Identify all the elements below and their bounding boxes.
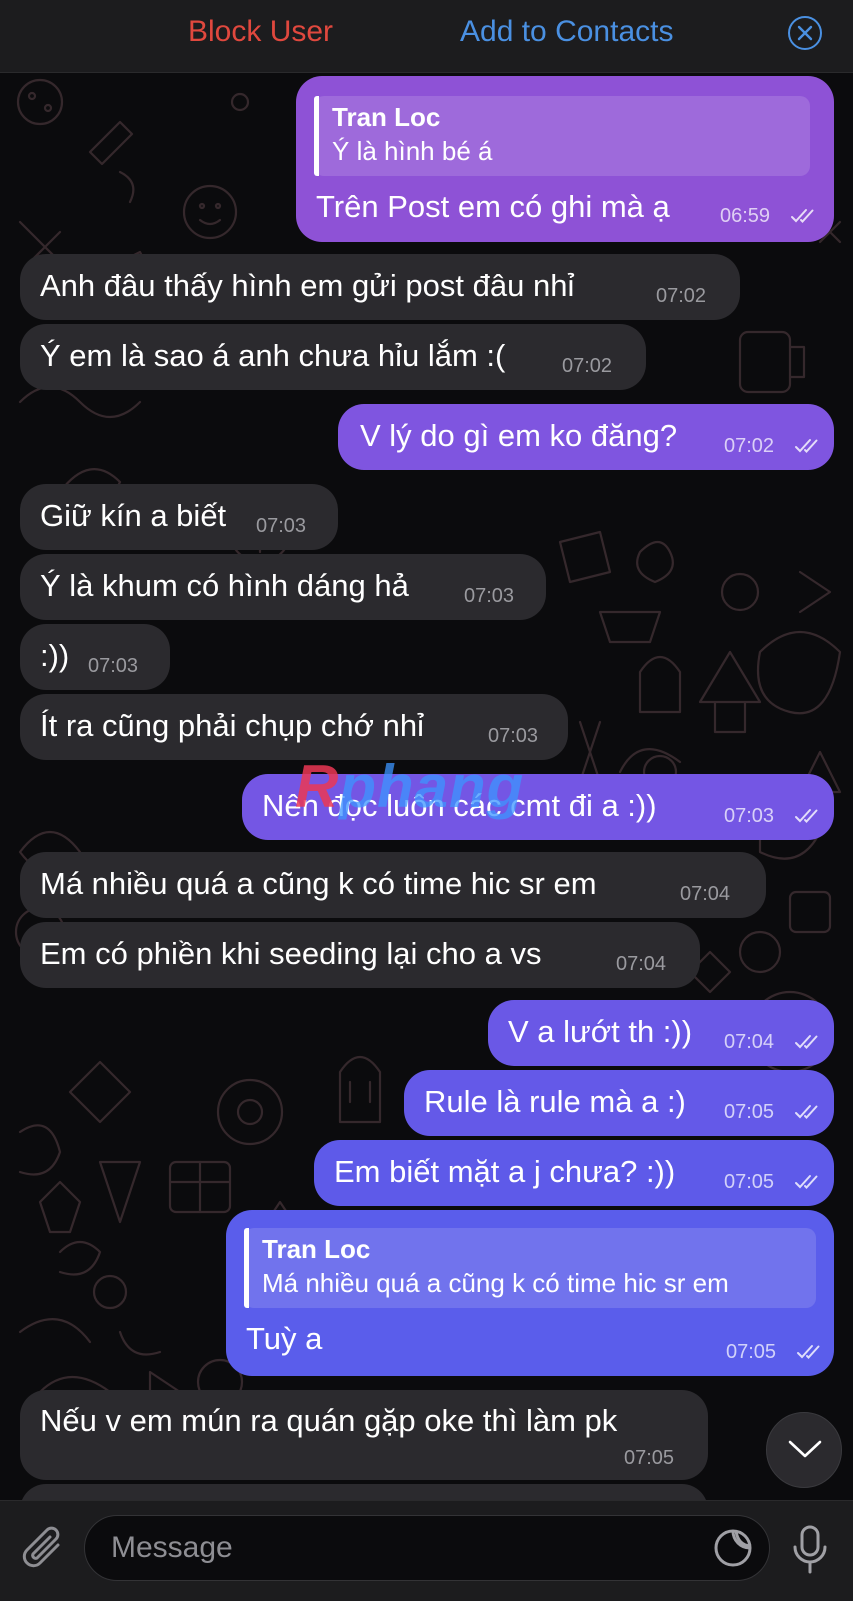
message-time: 07:05	[624, 1447, 675, 1469]
message-text: Má nhiều quá a cũng k có time hic sr em	[40, 866, 597, 901]
message-bubble-incoming[interactable]: Ý là khum có hình dáng hả 07:03	[20, 554, 546, 620]
message-time: 07:04	[616, 953, 667, 975]
message-time: 07:05	[726, 1341, 777, 1363]
message-time: 06:59	[720, 205, 771, 227]
close-icon[interactable]	[788, 16, 822, 50]
message-time: 07:04	[680, 883, 731, 905]
read-checkmarks-icon	[795, 1105, 818, 1119]
read-checkmarks-icon	[795, 809, 818, 823]
message-bubble-outgoing[interactable]: Tran Loc Má nhiều quá a cũng k có time h…	[226, 1210, 834, 1376]
message-time: 07:02	[656, 285, 707, 307]
message-text: Ý là khum có hình dáng hả	[40, 568, 409, 603]
message-time: 07:05	[724, 1171, 775, 1193]
reply-author: Tran Loc	[262, 1234, 371, 1264]
reply-text: Má nhiều quá a cũng k có time hic sr em	[262, 1268, 729, 1298]
message-bubble-outgoing[interactable]: V a lướt th :)) 07:04	[488, 1000, 834, 1066]
sticker-icon[interactable]	[712, 1527, 754, 1569]
scroll-to-bottom-button[interactable]	[766, 1412, 842, 1488]
message-bubble-incoming[interactable]: Giữ kín a biết 07:03	[20, 484, 338, 550]
message-bubble-incoming[interactable]: Em có phiền khi seeding lại cho a vs 07:…	[20, 922, 700, 988]
add-to-contacts-button[interactable]: Add to Contacts	[460, 14, 673, 50]
message-bubble-outgoing[interactable]: Em biết mặt a j chưa? :)) 07:05	[314, 1140, 834, 1206]
reply-quote[interactable]: Tran Loc Má nhiều quá a cũng k có time h…	[244, 1228, 816, 1308]
reply-author: Tran Loc	[332, 102, 441, 132]
message-text: :))	[40, 638, 70, 673]
message-time: 07:03	[724, 805, 775, 827]
block-user-button[interactable]: Block User	[188, 14, 333, 50]
watermark-logo: Rphang	[295, 753, 525, 820]
read-checkmarks-icon	[795, 1175, 818, 1189]
chevron-down-icon	[788, 1440, 822, 1458]
read-checkmarks-icon	[791, 209, 814, 223]
chat-action-bar: Block User Add to Contacts	[0, 0, 853, 73]
message-composer: Message	[0, 1500, 853, 1601]
message-text: Em có phiền khi seeding lại cho a vs	[40, 936, 542, 971]
message-text: Rule là rule mà a :)	[424, 1084, 686, 1119]
message-bubble-incoming[interactable]: Nếu v em mún ra quán gặp oke thì làm pk …	[20, 1390, 708, 1480]
message-time: 07:03	[88, 655, 139, 677]
message-text: Ý em là sao á anh chưa hỉu lắm :(	[40, 338, 506, 373]
message-bubble-outgoing[interactable]: Rule là rule mà a :) 07:05	[404, 1070, 834, 1136]
paperclip-icon[interactable]	[20, 1523, 68, 1575]
message-text: Tuỳ a	[246, 1321, 323, 1356]
message-bubble-incoming[interactable]: :)) 07:03	[20, 624, 170, 690]
message-input[interactable]: Message	[84, 1515, 770, 1581]
message-text: V a lướt th :))	[508, 1014, 693, 1049]
message-text: Em biết mặt a j chưa? :))	[334, 1154, 676, 1189]
message-placeholder: Message	[111, 1531, 233, 1564]
message-time: 07:04	[724, 1031, 775, 1053]
message-text: Ít ra cũng phải chụp chớ nhỉ	[40, 708, 424, 743]
message-time: 07:05	[724, 1101, 775, 1123]
read-checkmarks-icon	[797, 1345, 820, 1359]
message-bubble-incoming[interactable]: Anh đâu thấy hình em gửi post đâu nhỉ 07…	[20, 254, 740, 320]
message-text: Trên Post em có ghi mà ạ	[316, 189, 670, 224]
message-time: 07:02	[724, 435, 775, 457]
message-time: 07:03	[464, 585, 515, 607]
message-bubble-incoming[interactable]: Ý em là sao á anh chưa hỉu lắm :( 07:02	[20, 324, 646, 390]
message-time: 07:03	[488, 725, 539, 747]
message-text: Nếu v em mún ra quán gặp oke thì làm pk	[40, 1403, 618, 1438]
message-time: 07:03	[256, 515, 307, 537]
message-time: 07:02	[562, 355, 613, 377]
message-bubble-incoming[interactable]: Ít ra cũng phải chụp chớ nhỉ 07:03	[20, 694, 568, 760]
reply-quote[interactable]: Tran Loc Ý là hình bé á	[314, 96, 810, 176]
microphone-icon[interactable]	[792, 1525, 828, 1577]
message-text: Anh đâu thấy hình em gửi post đâu nhỉ	[40, 268, 575, 303]
read-checkmarks-icon	[795, 439, 818, 453]
read-checkmarks-icon	[795, 1035, 818, 1049]
message-text: Giữ kín a biết	[40, 498, 227, 533]
reply-text: Ý là hình bé á	[332, 136, 493, 166]
message-bubble-outgoing[interactable]: Tran Loc Ý là hình bé á Trên Post em có …	[296, 76, 834, 242]
message-bubble-incoming[interactable]: Má nhiều quá a cũng k có time hic sr em …	[20, 852, 766, 918]
message-text: V lý do gì em ko đăng?	[360, 418, 678, 453]
message-bubble-outgoing[interactable]: V lý do gì em ko đăng? 07:02	[338, 404, 834, 470]
